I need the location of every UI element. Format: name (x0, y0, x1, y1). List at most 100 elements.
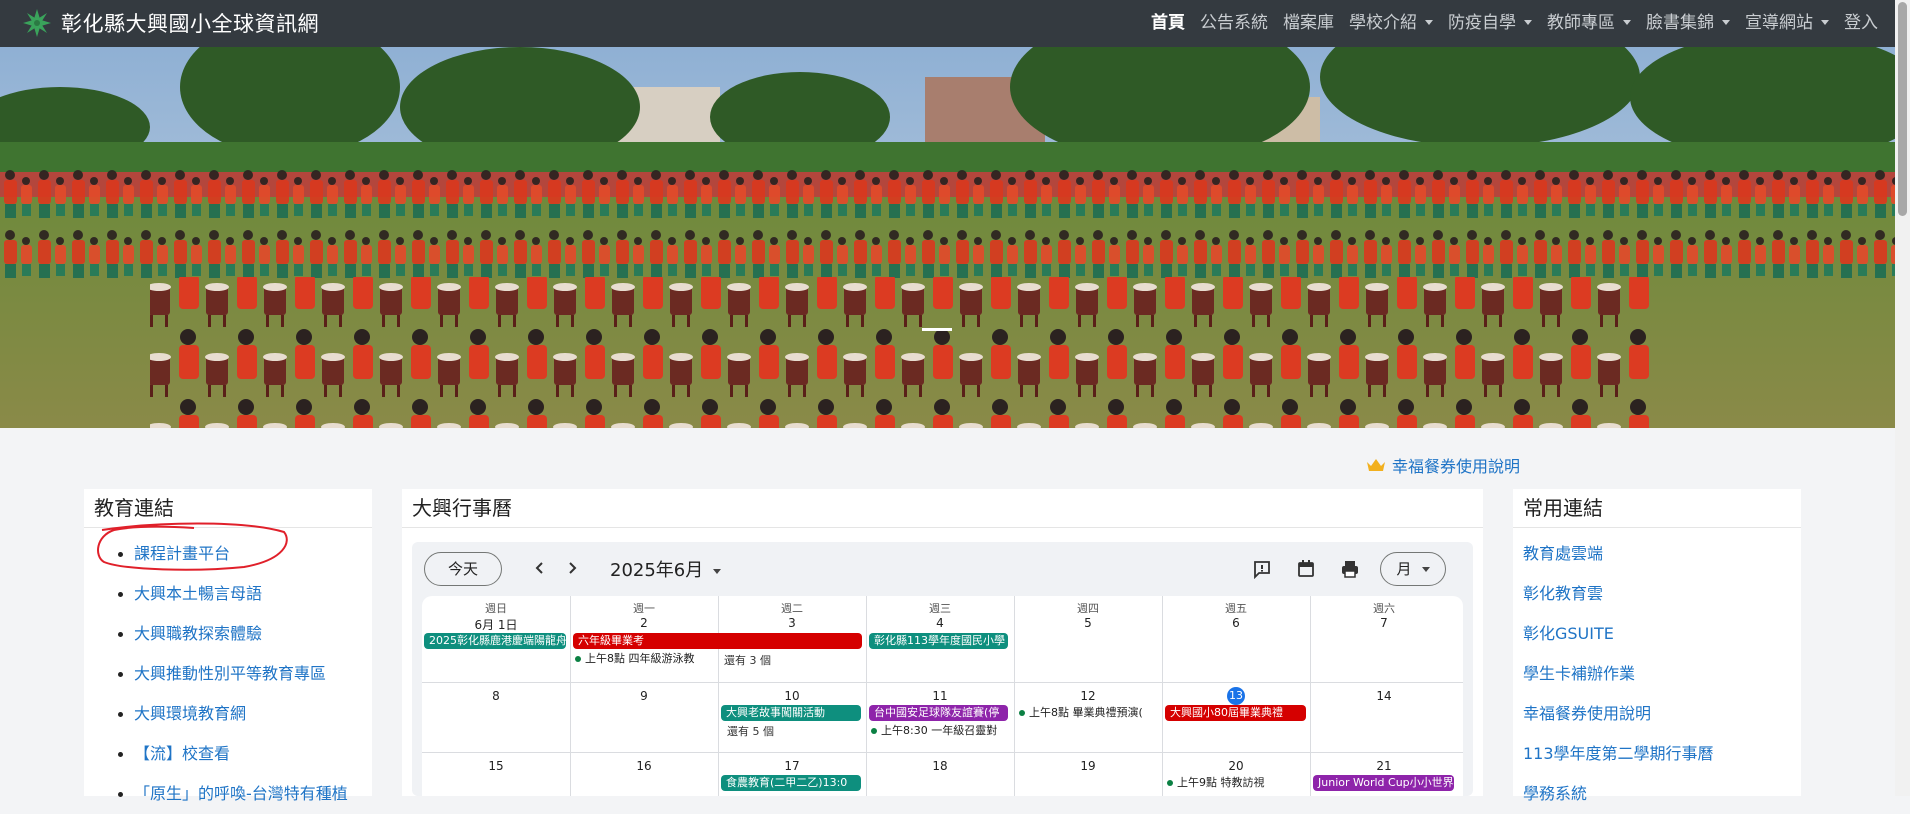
carousel-indicator-active (922, 328, 952, 331)
education-links-list: 課程計畫平台 大興本土暢言母語 大興職教探索體驗 大興推動性別平等教育專區 大興… (84, 528, 372, 814)
calendar-toolbar: 今天 2025年6月 月 (412, 542, 1473, 596)
main-nav: 首頁 公告系統 檔案庫 學校介紹 防疫自學 教師專區 臉書集錦 宣導網站 登入 (1136, 0, 1878, 40)
hero-banner[interactable] (0, 47, 1895, 428)
common-links-panel: 常用連結 教育處雲端 彰化教育雲 彰化GSUITE 學生卡補辦作業 幸福餐券使用… (1513, 489, 1801, 803)
month-selector[interactable]: 2025年6月 (610, 556, 722, 582)
link-environment-education[interactable]: 大興環境教育網 (84, 694, 372, 734)
day-number[interactable]: 6月 1日 (422, 616, 570, 633)
view-mode-dropdown[interactable]: 月 (1380, 552, 1446, 586)
link-student-affairs-system[interactable]: 學務系統 (1513, 774, 1801, 814)
day-number[interactable]: 19 (1014, 759, 1162, 773)
link-school-check[interactable]: 【流】校查看 (84, 734, 372, 774)
nav-promo-sites-dropdown[interactable]: 宣導網站 (1745, 8, 1829, 33)
calendar-event[interactable]: Junior World Cup小小世界 (1313, 775, 1454, 791)
top-navbar: 彰化縣大興國小全球資訊網 首頁 公告系統 檔案庫 學校介紹 防疫自學 教師專區 … (0, 0, 1910, 47)
happy-meal-voucher-link[interactable]: 幸福餐券使用說明 (1366, 453, 1520, 477)
page-scrollbar[interactable] (1895, 0, 1910, 796)
link-curriculum-platform[interactable]: 課程計畫平台 (84, 534, 372, 574)
weekday-sun: 週日 (485, 602, 507, 615)
day-number[interactable]: 20 (1162, 759, 1310, 773)
school-logo-icon (23, 9, 51, 37)
calendar-event[interactable]: 大興國小80屆畢業典禮 (1165, 705, 1306, 721)
calendar-event[interactable]: 上午9點 特教訪視 (1165, 775, 1313, 791)
calendar-icon[interactable] (1296, 559, 1316, 579)
link-changhua-gsuite[interactable]: 彰化GSUITE (1513, 614, 1801, 654)
calendar-title: 大興行事曆 (402, 489, 1483, 528)
hero-photo (0, 47, 1895, 428)
happy-meal-voucher-label[interactable]: 幸福餐券使用說明 (1392, 453, 1520, 477)
common-links-list: 教育處雲端 彰化教育雲 彰化GSUITE 學生卡補辦作業 幸福餐券使用說明 11… (1513, 528, 1801, 814)
nav-facebook-gallery-dropdown[interactable]: 臉書集錦 (1646, 8, 1730, 33)
weekday-wed: 週三 (929, 602, 951, 615)
calendar-event[interactable]: 食農教育(二甲二乙)13:0 (721, 775, 861, 791)
crown-icon (1367, 459, 1385, 471)
calendar-event[interactable]: 上午8點 四年級游泳教 (573, 651, 721, 667)
day-number[interactable]: 11 (866, 689, 1014, 703)
link-vocational-exploration[interactable]: 大興職教探索體驗 (84, 614, 372, 654)
day-number[interactable]: 16 (570, 759, 718, 773)
more-events-link[interactable]: 還有 3 個 (724, 652, 771, 668)
today-button[interactable]: 今天 (424, 552, 502, 586)
nav-login[interactable]: 登入 (1844, 8, 1878, 33)
nav-teacher-zone-dropdown[interactable]: 教師專區 (1547, 8, 1631, 33)
weekday-sat: 週六 (1373, 602, 1395, 615)
print-icon[interactable] (1340, 559, 1360, 579)
month-label: 2025年6月 (610, 560, 704, 581)
today-day-number[interactable]: 13 (1227, 687, 1245, 705)
nav-announcements[interactable]: 公告系統 (1200, 8, 1268, 33)
day-number[interactable]: 21 (1310, 759, 1458, 773)
chevron-down-icon (713, 568, 722, 574)
nav-epidemic-self-study-dropdown[interactable]: 防疫自學 (1448, 8, 1532, 33)
site-brand[interactable]: 彰化縣大興國小全球資訊網 (20, 6, 319, 40)
link-semester-calendar[interactable]: 113學年度第二學期行事曆 (1513, 734, 1801, 774)
feedback-icon[interactable] (1252, 559, 1272, 579)
day-number[interactable]: 12 (1014, 689, 1162, 703)
day-number[interactable]: 18 (866, 759, 1014, 773)
common-links-title: 常用連結 (1513, 489, 1801, 528)
link-native-species[interactable]: 「原生」的呼喚-台灣特有種植 (84, 774, 372, 814)
calendar-event[interactable]: 六年級畢業考 (573, 633, 862, 649)
weekday-fri: 週五 (1225, 602, 1247, 615)
day-number[interactable]: 9 (570, 689, 718, 703)
calendar-event[interactable]: 大興老故事闖關活動 (721, 705, 861, 721)
weekday-mon: 週一 (633, 602, 655, 615)
prev-month-chevron-icon[interactable] (530, 558, 550, 578)
calendar-event[interactable]: 彰化縣113學年度國民小學 (869, 633, 1008, 649)
day-number[interactable]: 15 (422, 759, 570, 773)
day-number[interactable]: 6 (1162, 616, 1310, 630)
link-changhua-edu-cloud[interactable]: 彰化教育雲 (1513, 574, 1801, 614)
nav-home[interactable]: 首頁 (1151, 8, 1185, 33)
day-number[interactable]: 8 (422, 689, 570, 703)
day-number[interactable]: 5 (1014, 616, 1162, 630)
more-events-link[interactable]: 還有 5 個 (727, 723, 774, 739)
education-links-panel: 教育連結 課程計畫平台 大興本土暢言母語 大興職教探索體驗 大興推動性別平等教育… (84, 489, 372, 803)
education-links-title: 教育連結 (84, 489, 372, 528)
day-number[interactable]: 3 (718, 616, 866, 630)
calendar-event[interactable]: 上午8點 畢業典禮預演( (1017, 705, 1165, 721)
next-month-chevron-icon[interactable] (562, 558, 582, 578)
nav-school-intro-dropdown[interactable]: 學校介紹 (1349, 8, 1433, 33)
link-meal-voucher-guide[interactable]: 幸福餐券使用說明 (1513, 694, 1801, 734)
link-student-card-reissue[interactable]: 學生卡補辦作業 (1513, 654, 1801, 694)
day-number[interactable]: 10 (718, 689, 866, 703)
day-number[interactable]: 14 (1310, 689, 1458, 703)
chevron-down-icon (1421, 567, 1430, 572)
site-title[interactable]: 彰化縣大興國小全球資訊網 (61, 8, 319, 38)
calendar-event[interactable]: 2025彰化縣鹿港慶端陽龍舟 (424, 633, 566, 649)
calendar-month-grid: 週日 週一 週二 週三 週四 週五 週六 6月 1日 2 3 4 5 6 7 2… (422, 596, 1463, 796)
day-number[interactable]: 4 (866, 616, 1014, 630)
link-native-language[interactable]: 大興本土暢言母語 (84, 574, 372, 614)
calendar-event[interactable]: 上午8:30 一年級召靈對 (869, 723, 1017, 739)
nav-file-library[interactable]: 檔案庫 (1283, 8, 1334, 33)
day-number[interactable]: 7 (1310, 616, 1458, 630)
day-number[interactable]: 2 (570, 616, 718, 630)
day-number[interactable]: 17 (718, 759, 866, 773)
google-calendar-embed: 今天 2025年6月 月 週日 週一 週二 週三 週四 週五 週六 6月 1日 … (412, 542, 1473, 796)
link-gender-equality[interactable]: 大興推動性別平等教育專區 (84, 654, 372, 694)
view-mode-label: 月 (1396, 560, 1412, 578)
scrollbar-thumb[interactable] (1898, 2, 1907, 216)
weekday-tue: 週二 (781, 602, 803, 615)
weekday-thu: 週四 (1077, 602, 1099, 615)
calendar-event[interactable]: 台中國安足球隊友誼賽(停 (869, 705, 1008, 721)
link-edu-cloud-drive[interactable]: 教育處雲端 (1513, 534, 1801, 574)
